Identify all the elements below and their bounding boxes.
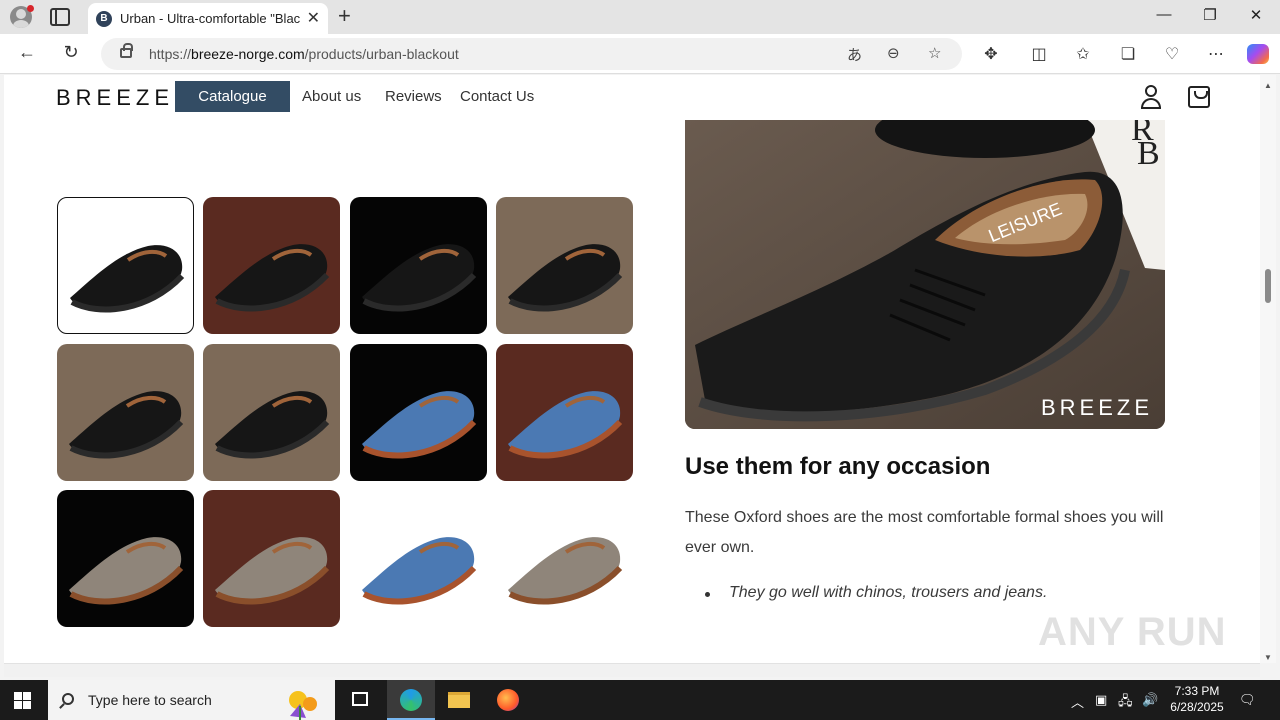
file-explorer-icon[interactable] (435, 680, 483, 720)
horizontal-scrollbar[interactable] (4, 663, 1260, 677)
translate-icon[interactable]: あ (847, 44, 862, 65)
restore-icon[interactable]: ❐ (1195, 6, 1225, 24)
refresh-icon[interactable]: ↻ (58, 42, 84, 63)
tab-actions-icon[interactable] (50, 8, 70, 26)
section-heading: Use them for any occasion (685, 453, 991, 480)
clock-time: 7:33 PM (1174, 684, 1220, 698)
product-thumbnail[interactable] (203, 197, 340, 334)
tab-close-icon[interactable]: ✕ (307, 8, 320, 28)
tray-device-icon[interactable]: ▣ (1095, 692, 1107, 708)
product-thumbnail[interactable] (496, 344, 633, 481)
task-view-icon[interactable] (336, 680, 384, 720)
cart-icon[interactable] (1188, 86, 1210, 108)
product-description: These Oxford shoes are the most comforta… (685, 509, 1164, 556)
site-header: BREEZE Catalogue About us Reviews Contac… (4, 75, 1260, 120)
anyrun-watermark: ANY RUN (1038, 610, 1227, 654)
taskbar-search-box[interactable]: Type here to search (48, 680, 335, 720)
window-close-icon[interactable]: ✕ (1241, 6, 1271, 24)
product-thumbnail[interactable] (350, 344, 487, 481)
edge-taskbar-icon[interactable] (387, 680, 435, 720)
copilot-icon[interactable] (1247, 44, 1269, 64)
scroll-up-icon[interactable]: ▲ (1264, 81, 1272, 90)
scroll-down-icon[interactable]: ▼ (1264, 653, 1272, 662)
split-screen-icon[interactable]: ◫ (1027, 44, 1051, 64)
back-icon[interactable]: ← (14, 42, 40, 63)
taskbar-search-placeholder: Type here to search (88, 692, 212, 708)
product-thumbnail[interactable] (496, 490, 633, 627)
search-icon (62, 693, 74, 705)
product-thumbnail[interactable] (350, 490, 487, 627)
hero-shoe-illustration: R B LEISURE (685, 120, 1165, 429)
tray-overflow-icon[interactable]: ︿ (1071, 692, 1084, 711)
site-info-lock-icon[interactable] (120, 43, 133, 58)
browser-tab-bar: B Urban - Ultra-comfortable "Blackout" ✕… (0, 0, 1280, 34)
nav-catalogue-button[interactable]: Catalogue (175, 81, 290, 112)
collections-icon[interactable]: ❏ (1116, 44, 1140, 64)
nav-contact-link[interactable]: Contact Us (460, 88, 534, 105)
product-thumbnail[interactable] (496, 197, 633, 334)
nav-reviews-link[interactable]: Reviews (385, 88, 442, 105)
account-icon[interactable] (1139, 84, 1163, 110)
url-text[interactable]: https://breeze-norge.com/products/urban-… (149, 46, 459, 62)
clock-date: 6/28/2025 (1170, 700, 1224, 714)
nav-about-link[interactable]: About us (302, 88, 361, 105)
bullet-item: They go well with chinos, trousers and j… (729, 584, 1048, 601)
product-thumbnail[interactable] (57, 490, 194, 627)
product-thumbnail[interactable] (350, 197, 487, 334)
extensions-icon[interactable]: ✥ (979, 44, 1003, 64)
notifications-icon[interactable]: 🗨 (1239, 692, 1256, 708)
product-thumbnail[interactable] (57, 344, 194, 481)
volume-icon[interactable]: 🔊 (1142, 692, 1158, 708)
firefox-icon[interactable] (484, 680, 532, 720)
product-main-image[interactable]: R B LEISURE BREEZE (685, 120, 1165, 429)
minimize-icon[interactable]: — (1149, 6, 1179, 23)
svg-text:B: B (1137, 135, 1160, 172)
search-highlight-tulips-icon (289, 691, 317, 720)
taskbar-clock[interactable]: 7:33 PM 6/28/2025 (1168, 683, 1226, 715)
page-viewport: BREEZE Catalogue About us Reviews Contac… (4, 75, 1260, 663)
address-bar[interactable]: https://breeze-norge.com/products/urban-… (101, 38, 962, 70)
product-thumbnail[interactable] (203, 344, 340, 481)
reading-mode-icon[interactable]: ⊖ (887, 44, 900, 62)
favorites-icon[interactable]: ✩ (1071, 44, 1095, 64)
hero-watermark: BREEZE (1040, 395, 1153, 420)
network-icon[interactable]: 🖧 (1118, 692, 1133, 714)
vertical-scrollbar[interactable]: ▲ ▼ (1260, 75, 1276, 663)
favorite-star-icon[interactable]: ☆ (928, 44, 941, 62)
profile-notification-dot (27, 5, 34, 12)
tab-title: Urban - Ultra-comfortable "Blackout" (120, 11, 300, 26)
product-thumbnail[interactable] (57, 197, 194, 334)
windows-taskbar: Type here to search ︿ ▣ 🖧 🔊 7:33 PM 6/28… (0, 680, 1280, 720)
site-logo[interactable]: BREEZE (56, 85, 174, 111)
scrollbar-thumb[interactable] (1265, 269, 1271, 303)
browser-toolbar: ← ↻ https://breeze-norge.com/products/ur… (0, 34, 1280, 74)
new-tab-icon[interactable]: + (338, 3, 351, 29)
product-thumbnail[interactable] (203, 490, 340, 627)
tab-favicon-icon: B (96, 11, 112, 27)
windows-start-icon[interactable] (14, 692, 31, 709)
browser-tab-active[interactable]: B Urban - Ultra-comfortable "Blackout" ✕ (88, 3, 328, 34)
bullet-marker (705, 592, 710, 597)
more-menu-icon[interactable]: ⋯ (1204, 44, 1228, 64)
browser-essentials-icon[interactable]: ♡ (1160, 44, 1184, 64)
